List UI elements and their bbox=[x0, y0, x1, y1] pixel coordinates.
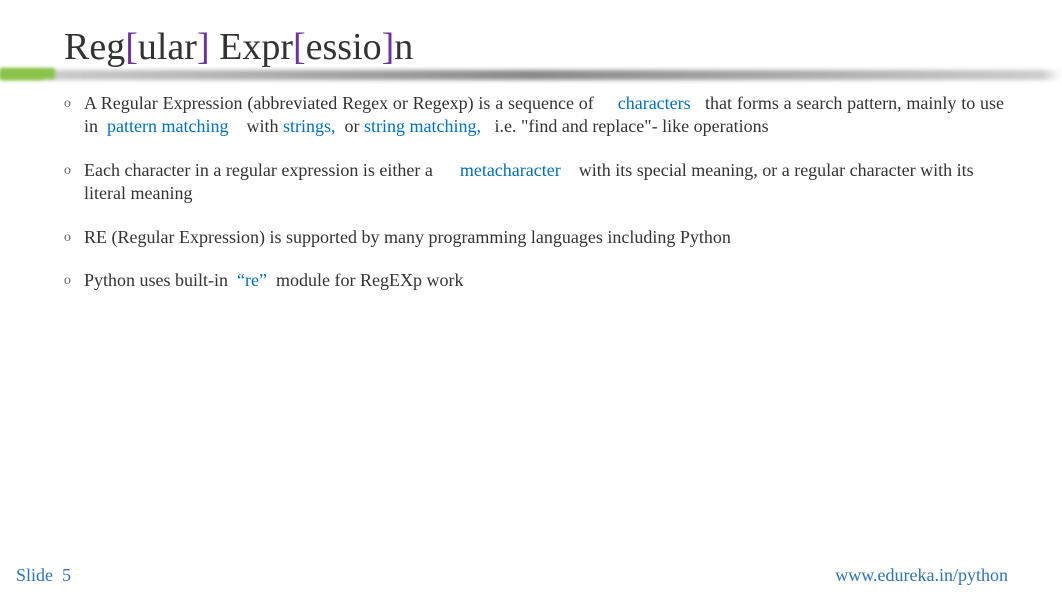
text-segment: RE (Regular Expression) is supported by … bbox=[84, 227, 731, 247]
accent-bar bbox=[0, 68, 55, 79]
title-bracket: [ bbox=[293, 26, 306, 68]
bullet-marker: o bbox=[64, 269, 84, 292]
link-pattern-matching[interactable]: pattern matching bbox=[107, 116, 228, 136]
link-strings[interactable]: strings, bbox=[283, 116, 336, 136]
title-bracket: ] bbox=[382, 26, 395, 68]
bullet-marker: o bbox=[64, 226, 84, 249]
list-item-text: A Regular Expression (abbreviated Regex … bbox=[84, 92, 1004, 139]
title-bracket: ] bbox=[197, 26, 210, 68]
list-item-text: Each character in a regular expression i… bbox=[84, 159, 1004, 206]
text-segment: with bbox=[242, 116, 283, 136]
bullet-marker: o bbox=[64, 159, 84, 206]
slide-number-value: 5 bbox=[62, 565, 71, 585]
link-characters[interactable]: characters bbox=[618, 93, 691, 113]
footer-url[interactable]: www.edureka.in/python bbox=[835, 565, 1008, 586]
content-list: o A Regular Expression (abbreviated Rege… bbox=[64, 92, 1004, 312]
page-title: Reg[ular] Expr[essio]n bbox=[64, 25, 413, 69]
text-segment: or bbox=[340, 116, 364, 136]
text-segment: module for RegEXp work bbox=[271, 270, 463, 290]
slide-label: Slide bbox=[16, 565, 53, 585]
list-item-text: Python uses built-in “re” module for Reg… bbox=[84, 269, 1004, 292]
bullet-marker: o bbox=[64, 92, 84, 139]
text-segment: A Regular Expression (abbreviated Regex … bbox=[84, 93, 599, 113]
text-segment: Python uses built-in bbox=[84, 270, 233, 290]
title-segment: Reg bbox=[64, 26, 125, 68]
list-item-text: RE (Regular Expression) is supported by … bbox=[84, 226, 1004, 249]
title-segment: n bbox=[394, 26, 413, 68]
list-item: o Python uses built-in “re” module for R… bbox=[64, 269, 1004, 292]
slide-number: Slide 5 bbox=[16, 565, 71, 586]
link-metacharacter[interactable]: metacharacter bbox=[460, 160, 561, 180]
title-divider bbox=[0, 70, 1062, 80]
list-item: o RE (Regular Expression) is supported b… bbox=[64, 226, 1004, 249]
title-segment: ular bbox=[138, 26, 197, 68]
title-segment: Expr bbox=[210, 26, 293, 68]
title-bracket: [ bbox=[125, 26, 138, 68]
link-string-matching[interactable]: string matching, bbox=[364, 116, 481, 136]
list-item: o A Regular Expression (abbreviated Rege… bbox=[64, 92, 1004, 139]
text-segment: i.e. "find and replace"- like operations bbox=[490, 116, 769, 136]
title-segment: essio bbox=[306, 26, 382, 68]
link-re-module[interactable]: “re” bbox=[237, 270, 267, 290]
text-segment: Each character in a regular expression i… bbox=[84, 160, 437, 180]
list-item: o Each character in a regular expression… bbox=[64, 159, 1004, 206]
